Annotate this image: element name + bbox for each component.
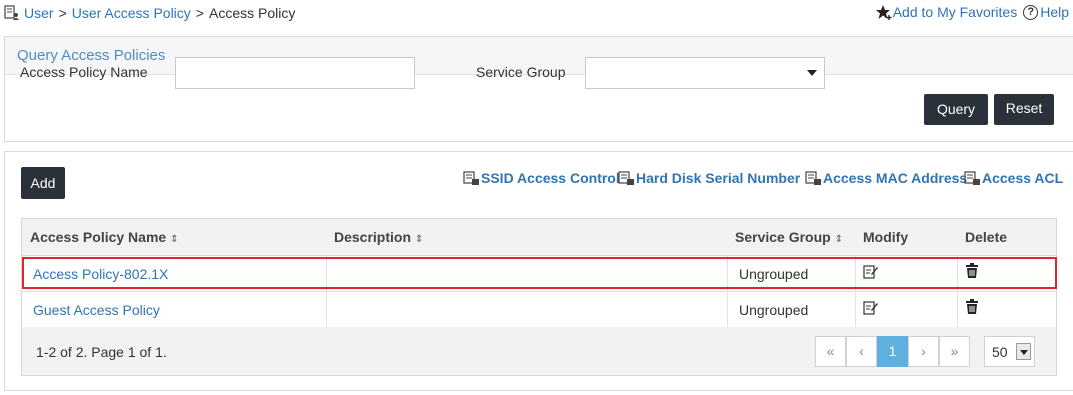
add-to-favorites-link[interactable]: Add to My Favorites xyxy=(875,4,1018,20)
table-row: Guest Access Policy Ungrouped xyxy=(22,292,1056,328)
sort-icon: ⇕ xyxy=(834,234,844,245)
hard-disk-serial-number-label: Hard Disk Serial Number xyxy=(636,170,801,186)
ssid-icon xyxy=(463,170,479,185)
breadcrumb-current: Access Policy xyxy=(208,5,296,21)
pagination-info: 1-2 of 2. Page 1 of 1. xyxy=(36,344,167,360)
previous-page-button[interactable]: ‹ xyxy=(846,336,877,367)
service-group-label: Service Group xyxy=(476,64,566,80)
ssid-access-control-label: SSID Access Control xyxy=(481,170,620,186)
access-mac-address-label: Access MAC Address xyxy=(823,170,968,186)
query-panel: Query Access Policies xyxy=(4,36,1073,142)
column-header-delete: Delete xyxy=(965,229,1008,245)
next-page-button[interactable]: › xyxy=(908,336,939,367)
reset-button[interactable]: Reset xyxy=(994,94,1054,125)
top-links: Add to My Favorites ? Help xyxy=(875,4,1069,20)
help-label: Help xyxy=(1040,4,1069,20)
hard-disk-serial-number-link[interactable]: Hard Disk Serial Number xyxy=(618,170,800,186)
policy-name-link[interactable]: Guest Access Policy xyxy=(33,302,160,318)
breadcrumb-separator: > xyxy=(58,5,67,21)
column-header-modify: Modify xyxy=(863,229,909,245)
help-icon: ? xyxy=(1023,4,1039,20)
add-button[interactable]: Add xyxy=(21,167,65,199)
pagination-bar: 1-2 of 2. Page 1 of 1. « ‹ 1 › » 50 xyxy=(21,327,1057,376)
breadcrumb-user[interactable]: User xyxy=(24,5,54,21)
page-size-select[interactable]: 50 xyxy=(984,336,1035,367)
query-button[interactable]: Query xyxy=(924,94,988,125)
first-page-button[interactable]: « xyxy=(815,336,846,367)
column-header-description[interactable]: Description ⇕ xyxy=(334,229,423,245)
access-mac-address-link[interactable]: Access MAC Address xyxy=(805,170,967,186)
trash-icon[interactable] xyxy=(965,299,979,315)
edit-icon[interactable] xyxy=(863,264,879,280)
mac-address-icon xyxy=(805,170,821,185)
breadcrumb-user-access-policy[interactable]: User Access Policy xyxy=(72,5,191,21)
add-to-favorites-label: Add to My Favorites xyxy=(892,4,1018,20)
access-policy-name-input[interactable] xyxy=(175,57,415,89)
chevron-down-icon xyxy=(1016,343,1031,360)
service-group-select[interactable] xyxy=(585,57,825,89)
policy-service-group: Ungrouped xyxy=(739,302,809,318)
edit-icon[interactable] xyxy=(863,300,879,316)
sort-icon: ⇕ xyxy=(170,234,179,245)
sort-icon: ⇕ xyxy=(415,234,424,245)
trash-icon[interactable] xyxy=(965,263,979,279)
policy-name-link[interactable]: Access Policy-802.1X xyxy=(33,266,168,282)
page-size-value: 50 xyxy=(992,344,1008,360)
access-acl-link[interactable]: Access ACL xyxy=(964,170,1063,186)
breadcrumb: User > User Access Policy > Access Polic… xyxy=(4,5,295,21)
acl-icon xyxy=(964,170,980,185)
policy-service-group: Ungrouped xyxy=(739,266,809,282)
table-header: Access Policy Name ⇕ Description ⇕ Service… xyxy=(22,219,1056,256)
help-link[interactable]: ? Help xyxy=(1023,4,1069,20)
user-policy-icon xyxy=(4,5,19,20)
access-policy-table: Access Policy Name ⇕ Description ⇕ Service… xyxy=(21,218,1057,328)
table-row: Access Policy-802.1X Ungrouped xyxy=(22,256,1056,292)
column-header-service-group[interactable]: Service Group ⇕ xyxy=(735,229,843,245)
star-add-icon xyxy=(875,5,892,20)
current-page-button[interactable]: 1 xyxy=(877,336,908,367)
access-policy-name-label: Access Policy Name xyxy=(20,64,148,80)
column-header-access-policy-name[interactable]: Access Policy Name ⇕ xyxy=(30,229,179,245)
access-acl-label: Access ACL xyxy=(982,170,1064,186)
breadcrumb-separator: > xyxy=(195,5,204,21)
chevron-down-icon xyxy=(807,70,817,76)
last-page-button[interactable]: » xyxy=(939,336,970,367)
hard-disk-icon xyxy=(618,170,634,185)
ssid-access-control-link[interactable]: SSID Access Control xyxy=(463,170,620,186)
top-bar: User > User Access Policy > Access Polic… xyxy=(0,0,1073,30)
